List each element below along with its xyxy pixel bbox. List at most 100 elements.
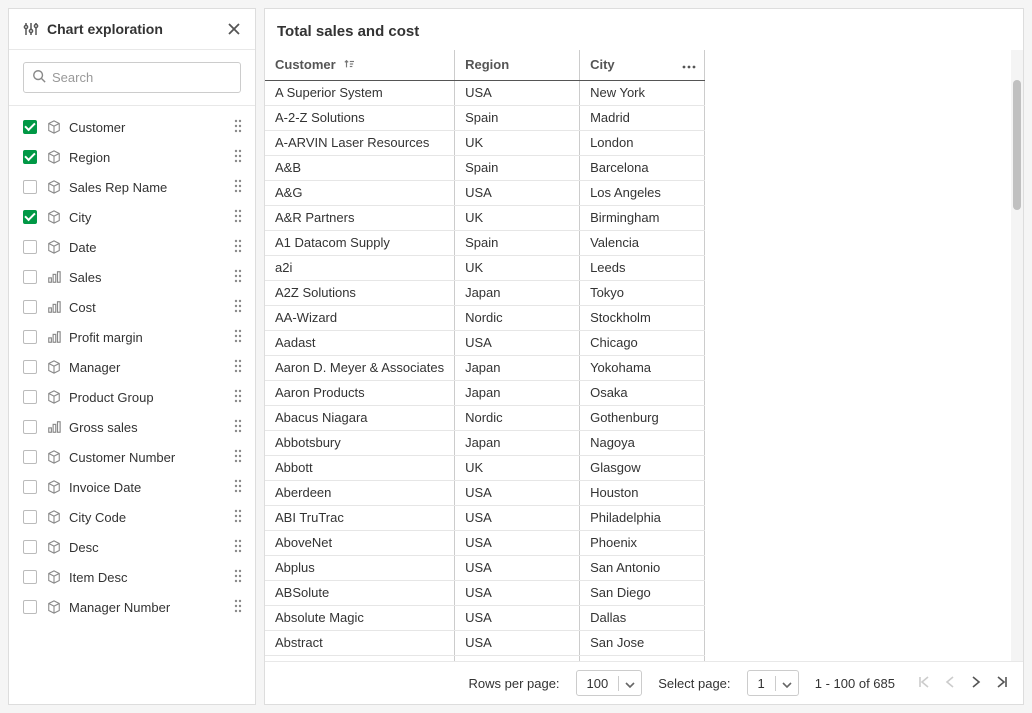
table-row[interactable]: AA-WizardNordicStockholm [265,305,705,330]
column-header-city[interactable]: City [580,50,705,80]
cell-region[interactable]: Spain [455,105,580,130]
cell-region[interactable]: Japan [455,430,580,455]
drag-handle-icon[interactable] [225,418,251,437]
cell-customer[interactable]: A2Z Solutions [265,280,455,305]
scrollbar-thumb[interactable] [1013,80,1021,210]
drag-handle-icon[interactable] [225,388,251,407]
cell-customer[interactable]: A&B [265,155,455,180]
field-label[interactable]: Customer [69,120,225,135]
field-label[interactable]: Region [69,150,225,165]
table-row[interactable]: A&BSpainBarcelona [265,155,705,180]
field-label[interactable]: City [69,210,225,225]
drag-handle-icon[interactable] [225,238,251,257]
cell-customer[interactable]: Aaron D. Meyer & Associates [265,355,455,380]
field-label[interactable]: Profit margin [69,330,225,345]
table-row[interactable]: A-ARVIN Laser ResourcesUKLondon [265,130,705,155]
table-row[interactable]: A&GUSALos Angeles [265,180,705,205]
cell-customer[interactable]: Aadast [265,330,455,355]
search-input[interactable] [52,70,232,85]
vertical-scrollbar[interactable] [1011,50,1023,661]
table-row[interactable]: AboveNetUSAPhoenix [265,530,705,555]
field-checkbox[interactable] [23,360,37,374]
table-row[interactable]: A-2-Z SolutionsSpainMadrid [265,105,705,130]
cell-region[interactable]: Nordic [455,405,580,430]
cell-city[interactable]: Madrid [580,105,705,130]
cell-city[interactable]: Philadelphia [580,505,705,530]
field-label[interactable]: Item Desc [69,570,225,585]
field-checkbox[interactable] [23,570,37,584]
cell-region[interactable]: UK [455,455,580,480]
cell-city[interactable]: Gothenburg [580,405,705,430]
field-checkbox[interactable] [23,420,37,434]
drag-handle-icon[interactable] [225,478,251,497]
cell-city[interactable]: San Diego [580,580,705,605]
cell-customer[interactable]: ABSolute [265,580,455,605]
cell-city[interactable]: Leeds [580,255,705,280]
field-label[interactable]: Date [69,240,225,255]
column-header-region[interactable]: Region [455,50,580,80]
field-checkbox[interactable] [23,450,37,464]
field-checkbox[interactable] [23,540,37,554]
cell-customer[interactable]: Abbotsbury [265,430,455,455]
field-checkbox[interactable] [23,180,37,194]
table-row[interactable]: Absolute MagicUSADallas [265,605,705,630]
first-page-button[interactable] [917,676,931,691]
next-page-button[interactable] [969,676,983,691]
column-header-customer[interactable]: Customer [265,50,455,80]
cell-city[interactable]: London [580,130,705,155]
cell-region[interactable]: USA [455,180,580,205]
cell-region[interactable]: UK [455,205,580,230]
field-checkbox[interactable] [23,120,37,134]
field-label[interactable]: Gross sales [69,420,225,435]
cell-city[interactable]: Chicago [580,330,705,355]
cell-customer[interactable]: Abbott [265,455,455,480]
cell-city[interactable]: Tokyo [580,280,705,305]
table-more-button[interactable] [682,56,696,74]
drag-handle-icon[interactable] [225,568,251,587]
field-label[interactable]: Product Group [69,390,225,405]
cell-customer[interactable]: Abstract [265,630,455,655]
table-row[interactable]: AbbotsburyJapanNagoya [265,430,705,455]
drag-handle-icon[interactable] [225,358,251,377]
table-row[interactable]: a2iUKLeeds [265,255,705,280]
table-row[interactable]: A&R PartnersUKBirmingham [265,205,705,230]
table-row[interactable]: AadastUSAChicago [265,330,705,355]
drag-handle-icon[interactable] [225,118,251,137]
field-label[interactable]: City Code [69,510,225,525]
cell-customer[interactable]: A Superior System [265,80,455,105]
cell-customer[interactable]: Abplus [265,555,455,580]
table-row[interactable]: ABI TruTracUSAPhiladelphia [265,505,705,530]
cell-city[interactable]: Valencia [580,230,705,255]
drag-handle-icon[interactable] [225,148,251,167]
cell-city[interactable]: Los Angeles [580,180,705,205]
field-checkbox[interactable] [23,240,37,254]
table-row[interactable]: A Superior SystemUSANew York [265,80,705,105]
cell-customer[interactable]: Abacus Niagara [265,405,455,430]
field-checkbox[interactable] [23,480,37,494]
field-checkbox[interactable] [23,330,37,344]
drag-handle-icon[interactable] [225,598,251,617]
close-button[interactable] [227,22,241,36]
field-checkbox[interactable] [23,510,37,524]
table-row[interactable]: AbstractUSASan Jose [265,630,705,655]
cell-customer[interactable]: A&G [265,180,455,205]
field-checkbox[interactable] [23,600,37,614]
table-row[interactable]: Aaron ProductsJapanOsaka [265,380,705,405]
cell-region[interactable]: Nordic [455,305,580,330]
cell-region[interactable]: UK [455,255,580,280]
field-checkbox[interactable] [23,210,37,224]
cell-region[interactable]: USA [455,330,580,355]
drag-handle-icon[interactable] [225,448,251,467]
table-row[interactable]: AbbottUKGlasgow [265,455,705,480]
cell-city[interactable]: New York [580,80,705,105]
cell-customer[interactable]: AA-Wizard [265,305,455,330]
field-label[interactable]: Manager Number [69,600,225,615]
cell-region[interactable]: USA [455,555,580,580]
table-row[interactable]: A1 Datacom SupplySpainValencia [265,230,705,255]
cell-region[interactable]: Japan [455,380,580,405]
cell-customer[interactable]: ABI TruTrac [265,505,455,530]
cell-region[interactable]: USA [455,580,580,605]
field-checkbox[interactable] [23,270,37,284]
cell-city[interactable]: Birmingham [580,205,705,230]
cell-city[interactable]: Stockholm [580,305,705,330]
